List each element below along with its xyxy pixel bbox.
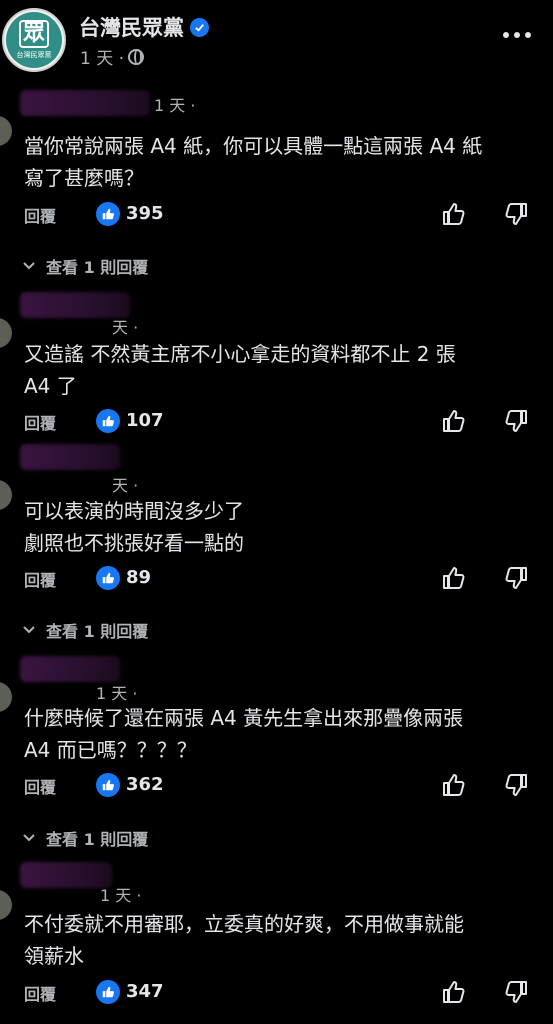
like-icon[interactable] bbox=[440, 407, 468, 435]
like-count[interactable]: 347 bbox=[126, 981, 164, 1002]
view-replies-label[interactable]: 查看 1 則回覆 bbox=[46, 618, 148, 642]
comment-text: 可以表演的時間沒多少了 劇照也不挑張好看一點的 bbox=[24, 499, 244, 555]
commenter-avatar[interactable] bbox=[0, 890, 12, 920]
like-count[interactable]: 107 bbox=[126, 410, 164, 431]
globe-icon bbox=[128, 48, 145, 65]
reply-button[interactable]: 回覆 bbox=[24, 774, 56, 798]
comment-time[interactable]: 天 · bbox=[112, 472, 138, 496]
commenter-avatar[interactable] bbox=[0, 318, 12, 348]
view-replies-label[interactable]: 查看 1 則回覆 bbox=[46, 826, 148, 850]
like-reaction-icon[interactable] bbox=[96, 202, 120, 226]
comment-text: 當你常說兩張 A4 紙，你可以具體一點這兩張 A4 紙 寫了甚麼嗎？ bbox=[24, 134, 483, 190]
chevron-down-icon bbox=[23, 262, 35, 270]
comment-name-row: 1 天 · bbox=[20, 90, 320, 116]
page-name[interactable]: 台灣民眾黨 bbox=[79, 12, 209, 42]
like-reaction-icon[interactable] bbox=[96, 980, 120, 1004]
more-options-icon[interactable] bbox=[503, 32, 531, 38]
commenter-avatar[interactable] bbox=[0, 682, 12, 712]
dislike-icon[interactable] bbox=[502, 771, 530, 799]
page-avatar[interactable]: 眾 台灣民眾黨 bbox=[2, 8, 66, 72]
chevron-down-icon bbox=[23, 834, 35, 842]
dislike-icon[interactable] bbox=[502, 564, 530, 592]
logo-glyph: 眾 bbox=[18, 20, 49, 48]
like-reaction-icon[interactable] bbox=[96, 773, 120, 797]
like-icon[interactable] bbox=[440, 564, 468, 592]
comment-name-row: 天 · bbox=[20, 444, 320, 495]
reply-button[interactable]: 回覆 bbox=[24, 981, 56, 1005]
reply-button[interactable]: 回覆 bbox=[24, 203, 56, 227]
chevron-down-icon bbox=[23, 626, 35, 634]
comment-time[interactable]: 1 天 · bbox=[100, 882, 141, 906]
comment-actions: 回覆 395 bbox=[24, 202, 534, 228]
like-icon[interactable] bbox=[440, 200, 468, 228]
facebook-comments-screen: 眾 台灣民眾黨 台灣民眾黨 1 天 · 1 天 · 當你常說兩張 A4 紙，你可… bbox=[0, 0, 553, 1024]
redacted-name bbox=[20, 90, 150, 116]
like-reaction-icon[interactable] bbox=[96, 566, 120, 590]
comment-actions: 回覆 89 bbox=[24, 566, 534, 592]
comment-time[interactable]: 1 天 · bbox=[96, 680, 137, 704]
dislike-icon[interactable] bbox=[502, 200, 530, 228]
comment-name-row: 1 天 · bbox=[20, 656, 320, 703]
page-logo: 眾 台灣民眾黨 bbox=[6, 12, 62, 68]
commenter-avatar[interactable] bbox=[0, 116, 12, 146]
reply-button[interactable]: 回覆 bbox=[24, 410, 56, 434]
commenter-avatar[interactable] bbox=[0, 480, 12, 510]
comment-actions: 回覆 347 bbox=[24, 980, 534, 1006]
post-meta: 1 天 · bbox=[80, 44, 145, 69]
view-replies-link[interactable]: 查看 1 則回覆 bbox=[22, 618, 148, 642]
reply-button[interactable]: 回覆 bbox=[24, 567, 56, 591]
post-header: 眾 台灣民眾黨 台灣民眾黨 1 天 · bbox=[0, 0, 553, 78]
comment-time[interactable]: 1 天 · bbox=[154, 92, 195, 116]
like-icon[interactable] bbox=[440, 978, 468, 1006]
like-count[interactable]: 89 bbox=[126, 567, 151, 588]
dislike-icon[interactable] bbox=[502, 978, 530, 1006]
comment-time[interactable]: 天 · bbox=[112, 314, 138, 338]
page-name-text[interactable]: 台灣民眾黨 bbox=[79, 12, 184, 42]
post-time[interactable]: 1 天 · bbox=[80, 44, 124, 69]
comment-text: 不付委就不用審耶，立委真的好爽，不用做事就能 領薪水 bbox=[24, 912, 464, 968]
like-count[interactable]: 395 bbox=[126, 203, 164, 224]
verified-badge-icon bbox=[190, 17, 209, 37]
redacted-name bbox=[20, 444, 120, 470]
redacted-name bbox=[20, 862, 112, 888]
redacted-name bbox=[20, 656, 120, 682]
view-replies-link[interactable]: 查看 1 則回覆 bbox=[22, 826, 148, 850]
comment-name-row: 1 天 · bbox=[20, 862, 320, 905]
comment-text: 又造謠 不然黃主席不小心拿走的資料都不止 2 張 A4 了 bbox=[24, 342, 456, 398]
like-reaction-icon[interactable] bbox=[96, 409, 120, 433]
view-replies-label[interactable]: 查看 1 則回覆 bbox=[46, 254, 148, 278]
logo-caption: 台灣民眾黨 bbox=[16, 51, 52, 59]
comment-name-row: 天 · bbox=[20, 292, 320, 337]
like-count[interactable]: 362 bbox=[126, 774, 164, 795]
comment-actions: 回覆 107 bbox=[24, 409, 534, 435]
view-replies-link[interactable]: 查看 1 則回覆 bbox=[22, 254, 148, 278]
comment-actions: 回覆 362 bbox=[24, 773, 534, 799]
like-icon[interactable] bbox=[440, 771, 468, 799]
dislike-icon[interactable] bbox=[502, 407, 530, 435]
comment-text: 什麼時候了還在兩張 A4 黃先生拿出來那疊像兩張 A4 而已嗎？？？？ bbox=[24, 706, 464, 762]
